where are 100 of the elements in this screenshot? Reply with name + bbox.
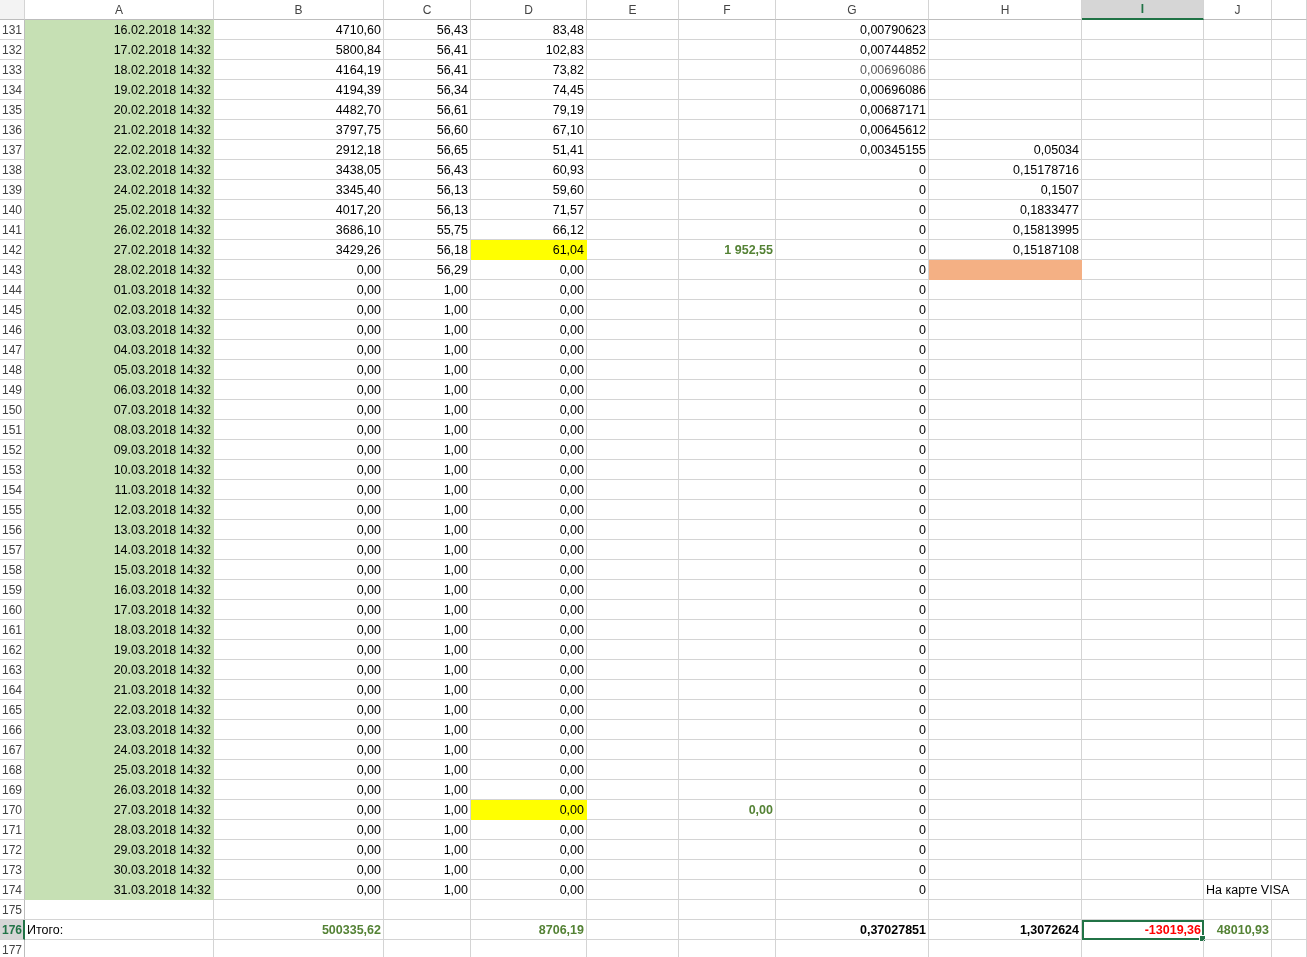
empty-cell[interactable]	[679, 760, 776, 780]
empty-cell[interactable]	[1204, 600, 1272, 620]
table-cell[interactable]: 56,13	[384, 200, 471, 220]
empty-cell[interactable]	[587, 320, 679, 340]
empty-cell[interactable]	[929, 540, 1082, 560]
table-cell[interactable]: 0,00687171	[776, 100, 929, 120]
empty-cell[interactable]	[587, 540, 679, 560]
empty-cell[interactable]	[587, 720, 679, 740]
table-cell[interactable]: 5800,84	[214, 40, 384, 60]
table-cell[interactable]: 03.03.2018 14:32	[25, 320, 214, 340]
table-cell[interactable]: 0,00	[214, 740, 384, 760]
table-cell[interactable]: 0,00	[471, 380, 587, 400]
empty-cell[interactable]	[1082, 400, 1204, 420]
table-cell[interactable]: 0,00	[471, 560, 587, 580]
table-cell[interactable]: 0	[776, 420, 929, 440]
empty-cell[interactable]	[587, 380, 679, 400]
table-cell[interactable]: 22.03.2018 14:32	[25, 700, 214, 720]
table-cell[interactable]: 1,00	[384, 440, 471, 460]
table-cell[interactable]: 1,00	[384, 680, 471, 700]
empty-cell[interactable]	[1082, 780, 1204, 800]
empty-cell[interactable]	[1082, 520, 1204, 540]
table-cell[interactable]: 56,41	[384, 60, 471, 80]
table-cell[interactable]: 0,00	[214, 560, 384, 580]
empty-cell[interactable]	[1082, 200, 1204, 220]
empty-cell[interactable]	[1272, 240, 1307, 260]
empty-cell[interactable]	[587, 40, 679, 60]
empty-cell[interactable]	[1272, 300, 1307, 320]
column-header[interactable]: I	[1082, 0, 1204, 20]
empty-cell[interactable]	[1082, 60, 1204, 80]
empty-cell[interactable]	[1272, 840, 1307, 860]
empty-cell[interactable]	[1272, 220, 1307, 240]
table-cell[interactable]: 0	[776, 480, 929, 500]
empty-cell[interactable]	[1082, 620, 1204, 640]
empty-cell[interactable]	[679, 820, 776, 840]
table-cell[interactable]: 2912,18	[214, 140, 384, 160]
table-cell[interactable]: 0	[776, 260, 929, 280]
empty-cell[interactable]	[1082, 140, 1204, 160]
empty-cell[interactable]	[929, 680, 1082, 700]
select-all-corner[interactable]	[0, 0, 25, 20]
empty-cell[interactable]	[1204, 400, 1272, 420]
table-cell[interactable]: 0	[776, 760, 929, 780]
empty-cell[interactable]	[1204, 720, 1272, 740]
empty-cell[interactable]	[587, 140, 679, 160]
fill-handle[interactable]	[1199, 935, 1206, 942]
empty-cell[interactable]	[587, 700, 679, 720]
empty-cell[interactable]	[1204, 560, 1272, 580]
table-cell[interactable]: 0,00	[471, 840, 587, 860]
table-cell[interactable]: 0,00744852	[776, 40, 929, 60]
empty-cell[interactable]	[1272, 360, 1307, 380]
table-cell[interactable]: 0	[776, 720, 929, 740]
empty-cell[interactable]	[1082, 420, 1204, 440]
empty-cell[interactable]	[679, 160, 776, 180]
table-cell[interactable]: 01.03.2018 14:32	[25, 280, 214, 300]
table-cell[interactable]: 74,45	[471, 80, 587, 100]
empty-cell[interactable]	[679, 220, 776, 240]
empty-cell[interactable]	[679, 300, 776, 320]
table-cell[interactable]: 25.03.2018 14:32	[25, 760, 214, 780]
table-cell[interactable]: 0	[776, 540, 929, 560]
empty-cell[interactable]	[1204, 240, 1272, 260]
empty-cell[interactable]	[1272, 640, 1307, 660]
row-header[interactable]: 139	[0, 180, 25, 200]
row-header[interactable]: 176	[0, 920, 25, 940]
empty-cell[interactable]	[587, 880, 679, 900]
table-cell[interactable]: 1,00	[384, 660, 471, 680]
empty-cell[interactable]	[1272, 320, 1307, 340]
empty-cell[interactable]	[1082, 340, 1204, 360]
empty-cell[interactable]	[1272, 160, 1307, 180]
column-header[interactable]: H	[929, 0, 1082, 20]
column-header[interactable]	[1272, 0, 1307, 20]
table-cell[interactable]: 0	[776, 860, 929, 880]
table-cell[interactable]: 0	[776, 800, 929, 820]
table-cell[interactable]: 19.03.2018 14:32	[25, 640, 214, 660]
table-cell[interactable]: 0,00790623	[776, 20, 929, 40]
table-cell[interactable]: 13.03.2018 14:32	[25, 520, 214, 540]
table-cell[interactable]: 0,00	[471, 880, 587, 900]
empty-cell[interactable]	[1204, 580, 1272, 600]
table-cell[interactable]: 1,00	[384, 720, 471, 740]
empty-cell[interactable]	[929, 280, 1082, 300]
table-cell[interactable]: 0,00	[471, 680, 587, 700]
empty-cell[interactable]	[1272, 340, 1307, 360]
empty-cell[interactable]	[587, 920, 679, 940]
table-cell[interactable]: 0	[776, 640, 929, 660]
table-cell[interactable]: 0,00	[214, 260, 384, 280]
table-cell[interactable]: 1,00	[384, 880, 471, 900]
empty-cell[interactable]	[587, 200, 679, 220]
table-cell[interactable]: 3429,26	[214, 240, 384, 260]
empty-cell[interactable]	[1082, 80, 1204, 100]
empty-cell[interactable]	[1082, 20, 1204, 40]
table-cell[interactable]: 0,00	[471, 460, 587, 480]
column-header[interactable]: E	[587, 0, 679, 20]
table-cell[interactable]: 0,1507	[929, 180, 1082, 200]
empty-cell[interactable]	[1082, 840, 1204, 860]
empty-cell[interactable]	[679, 340, 776, 360]
table-cell[interactable]: 0,00	[214, 680, 384, 700]
empty-cell[interactable]	[929, 340, 1082, 360]
table-cell[interactable]: 0	[776, 200, 929, 220]
table-cell[interactable]: 0,00	[471, 360, 587, 380]
table-cell[interactable]: 1,00	[384, 460, 471, 480]
empty-cell[interactable]	[1082, 100, 1204, 120]
empty-cell[interactable]	[1204, 160, 1272, 180]
